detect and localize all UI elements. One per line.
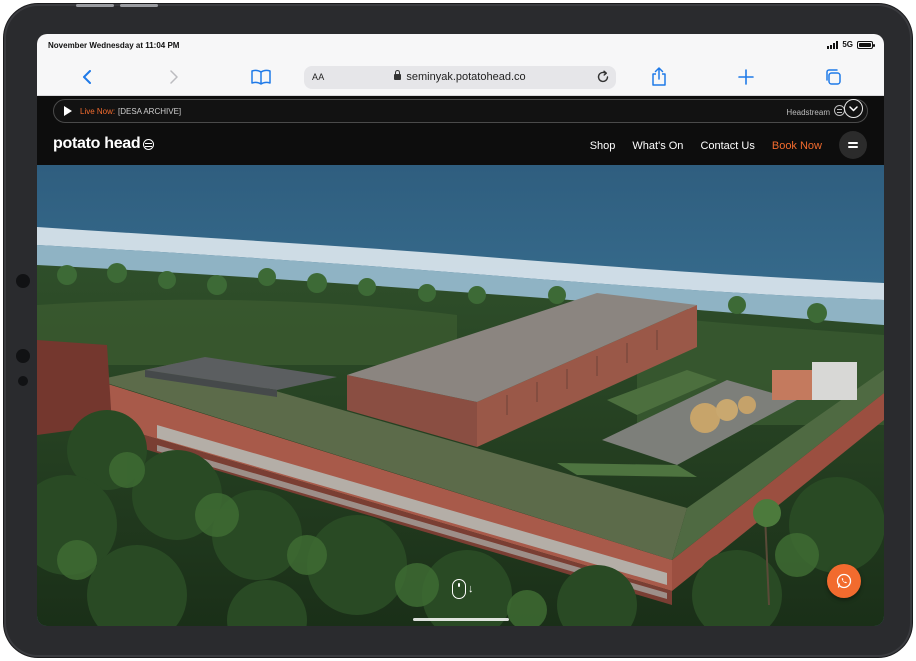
nav-link-whats-on[interactable]: What's On (632, 140, 683, 152)
arrow-down-icon: ↓ (468, 583, 474, 595)
sensor-dot (16, 349, 30, 363)
scroll-down-hint[interactable]: ↓ (452, 579, 474, 599)
whatsapp-chat-button[interactable] (827, 564, 861, 598)
nav-link-shop[interactable]: Shop (590, 140, 616, 152)
screen: November Wednesday at 11:04 PM 5G AA sem… (37, 34, 884, 626)
camera-dot (16, 274, 30, 288)
lock-icon (394, 70, 402, 80)
status-indicators: 5G (827, 40, 875, 49)
menu-icon-bar (848, 146, 858, 148)
browser-toolbar: AA seminyak.potatohead.co (37, 58, 884, 96)
whatsapp-icon (836, 573, 852, 589)
share-icon[interactable] (649, 67, 669, 87)
live-stream-title: [DESA ARCHIVE] (118, 107, 182, 116)
chevron-down-icon (849, 105, 858, 111)
brand-mark-icon (143, 138, 155, 150)
menu-button[interactable] (839, 131, 867, 159)
site-logo[interactable]: potato head (53, 135, 155, 153)
volume-button (76, 4, 114, 7)
url-text: seminyak.potatohead.co (406, 71, 526, 83)
forward-icon[interactable] (164, 67, 184, 87)
nav-link-contact-us[interactable]: Contact Us (700, 140, 754, 152)
battery-icon (857, 40, 875, 49)
expand-live-bar-button[interactable] (844, 99, 863, 118)
hero-image (37, 165, 884, 626)
play-icon[interactable] (64, 106, 72, 116)
status-bar: November Wednesday at 11:04 PM 5G (37, 34, 884, 58)
live-now-label: Live Now: (80, 107, 116, 116)
site-navbar: potato head Shop What's On Contact Us Bo… (37, 127, 884, 165)
sensor-dot (18, 376, 28, 386)
web-page: Live Now: [DESA ARCHIVE] Headstream pota… (37, 96, 884, 626)
back-icon[interactable] (77, 67, 97, 87)
url-display[interactable]: seminyak.potatohead.co (304, 70, 616, 83)
reload-icon[interactable] (596, 70, 610, 84)
address-bar[interactable]: AA seminyak.potatohead.co (304, 66, 616, 89)
status-time: November Wednesday at 11:04 PM (48, 41, 180, 50)
mouse-scroll-icon (452, 579, 466, 599)
bookmarks-icon[interactable] (251, 67, 271, 87)
hero-section: ↓ (37, 165, 884, 626)
battery-fill (859, 42, 871, 47)
new-tab-icon[interactable] (736, 67, 756, 87)
book-now-link[interactable]: Book Now (772, 140, 822, 152)
live-stream-bar[interactable]: Live Now: [DESA ARCHIVE] Headstream (53, 99, 868, 123)
home-indicator (413, 618, 509, 621)
brand-name: potato head (53, 135, 141, 152)
power-button (120, 4, 158, 7)
tabs-icon[interactable] (823, 67, 843, 87)
signal-icon (827, 40, 839, 49)
network-label: 5G (842, 40, 853, 49)
headstream-link[interactable]: Headstream (786, 105, 845, 118)
headstream-label: Headstream (786, 108, 830, 117)
menu-icon-bar (848, 142, 858, 144)
nav-links: Shop What's On Contact Us Book Now (590, 140, 822, 152)
